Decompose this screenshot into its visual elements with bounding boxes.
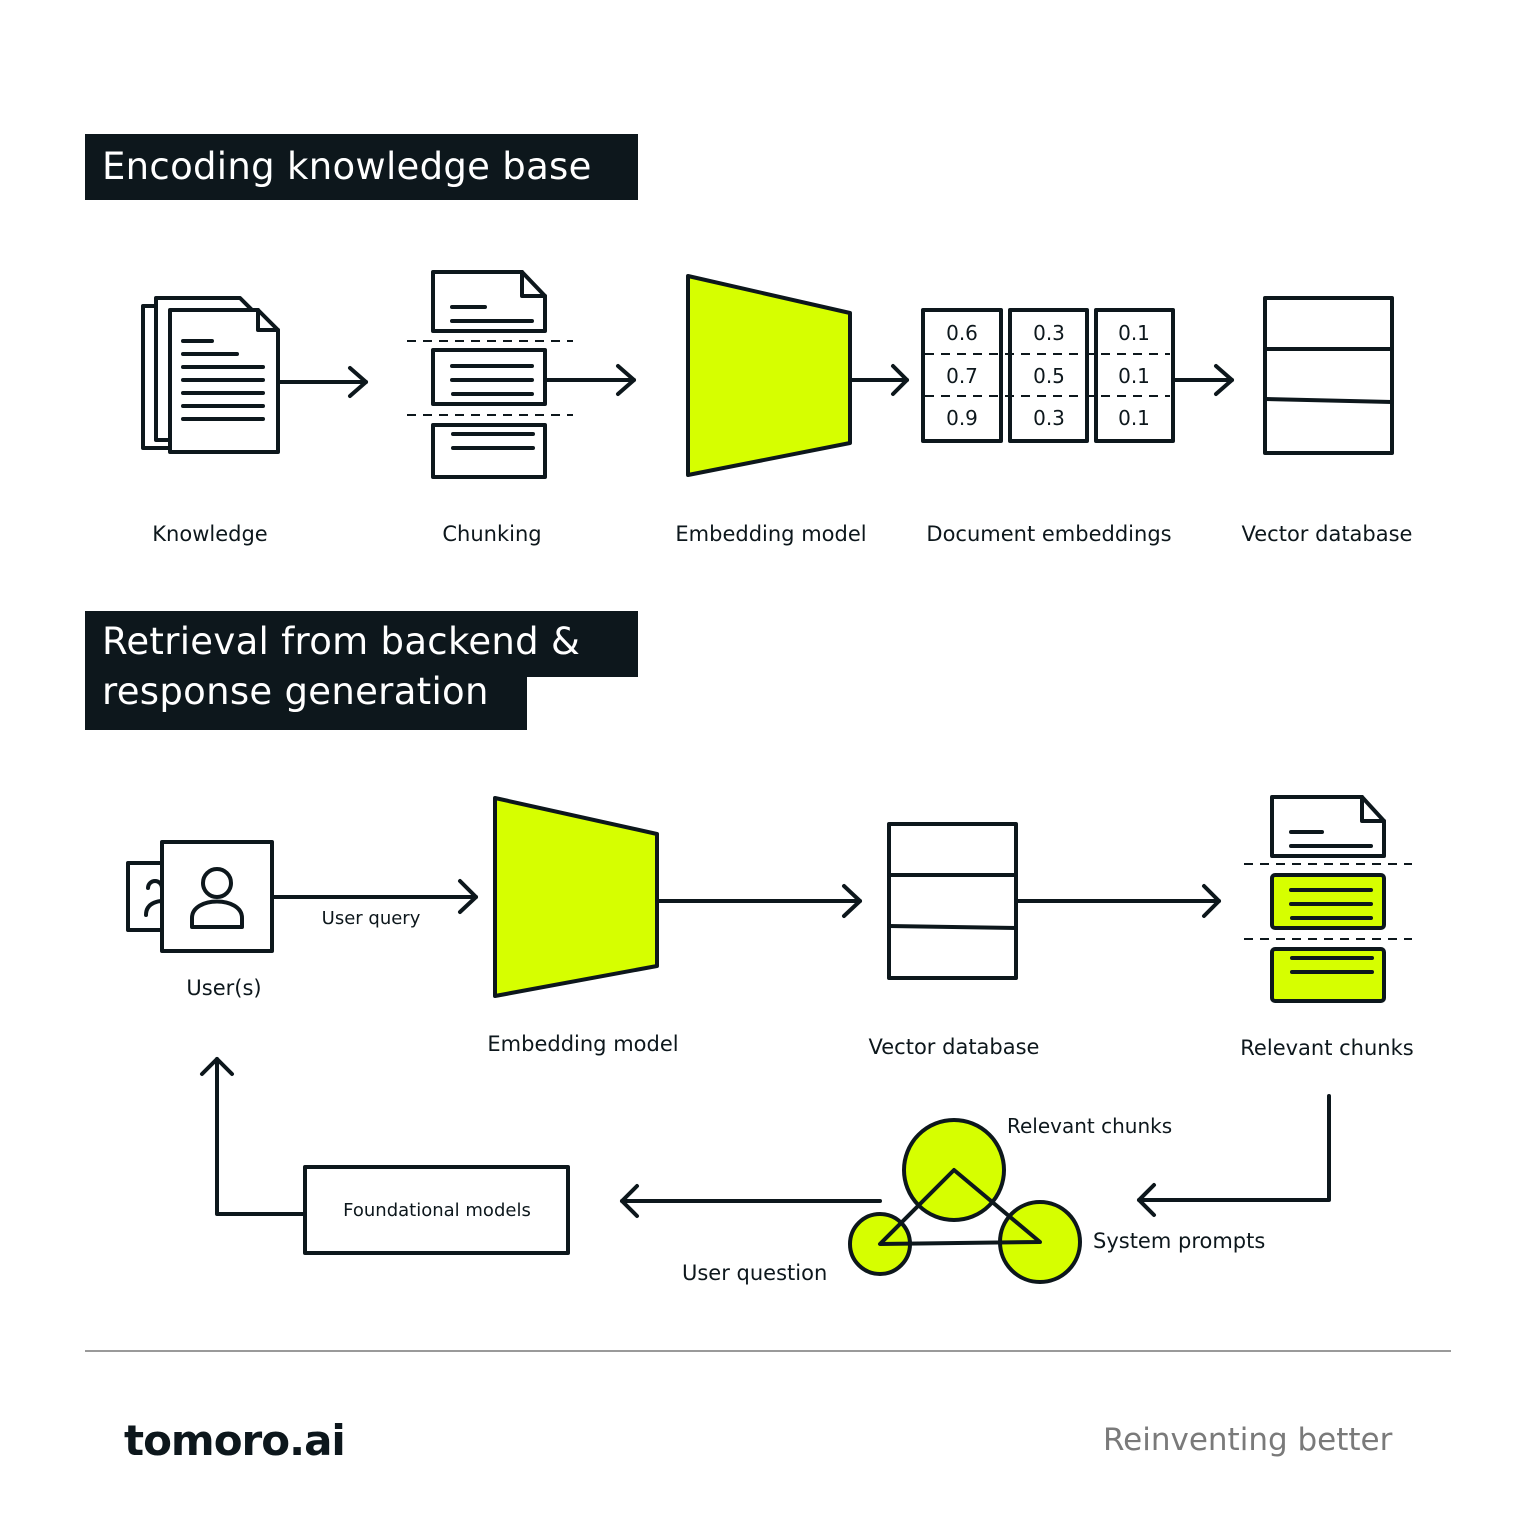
step-label-vector-database: Vector database xyxy=(1241,522,1413,546)
step-label-knowledge: Knowledge xyxy=(152,522,268,546)
arrow-knowledge-to-chunking xyxy=(276,366,368,398)
stacked-documents-icon xyxy=(141,296,280,454)
step-label-embedding-model: Embedding model xyxy=(675,522,867,546)
arrow-embedding-to-database xyxy=(655,884,862,918)
arrow-models-to-users xyxy=(200,1057,307,1216)
embedding-value: 0.5 xyxy=(1033,364,1065,388)
embedding-value: 0.6 xyxy=(946,321,978,345)
step-label-chunking: Chunking xyxy=(442,522,542,546)
embedding-value: 0.1 xyxy=(1118,364,1150,388)
users-label: User(s) xyxy=(186,976,262,1000)
embedding-value: 0.7 xyxy=(946,364,978,388)
embedding-value: 0.3 xyxy=(1033,406,1065,430)
brand-tagline: Reinventing better xyxy=(1103,1422,1393,1458)
embedding-value: 0.1 xyxy=(1118,321,1150,345)
embedding-model-trapezoid-icon xyxy=(493,796,659,998)
vector-database-label: Vector database xyxy=(868,1035,1040,1059)
vector-database-icon xyxy=(887,822,1018,980)
vector-database-icon xyxy=(1263,296,1394,455)
embedding-model-label: Embedding model xyxy=(487,1032,679,1056)
embedding-value: 0.1 xyxy=(1118,406,1150,430)
step-label-document-embeddings: Document embeddings xyxy=(926,522,1172,546)
prompt-user-question-label: User question xyxy=(682,1261,828,1285)
chunked-document-icon xyxy=(407,270,573,479)
arrow-chunking-to-embedding xyxy=(543,364,636,396)
users-icon xyxy=(126,840,274,953)
embedding-value: 0.9 xyxy=(946,406,978,430)
arrow-database-to-chunks xyxy=(1014,884,1221,918)
arrow-embedding-to-vectors xyxy=(848,364,909,396)
arrow-vectors-to-database xyxy=(1171,364,1234,396)
prompt-composition-icon xyxy=(848,1118,1082,1284)
arrow-prompt-to-models xyxy=(620,1184,882,1218)
embedding-model-trapezoid-icon xyxy=(686,274,852,477)
brand-logo: tomoro.ai xyxy=(124,1416,346,1465)
embedding-value: 0.3 xyxy=(1033,321,1065,345)
relevant-chunks-icon xyxy=(1244,795,1412,1003)
user-query-label: User query xyxy=(321,908,421,929)
rag-diagram: .s { fill: none; stroke: #0d171c; stroke… xyxy=(126,270,1412,1284)
prompt-relevant-chunks-label: Relevant chunks xyxy=(1007,1114,1173,1138)
prompt-system-prompts-label: System prompts xyxy=(1093,1229,1266,1253)
embedding-vectors-icon: 0.6 0.7 0.9 0.3 0.5 0.3 0.1 0.1 0.1 xyxy=(921,308,1175,443)
footer-divider xyxy=(85,1350,1451,1352)
foundational-models-label: Foundational models xyxy=(343,1200,531,1221)
relevant-chunks-label: Relevant chunks xyxy=(1240,1036,1414,1060)
